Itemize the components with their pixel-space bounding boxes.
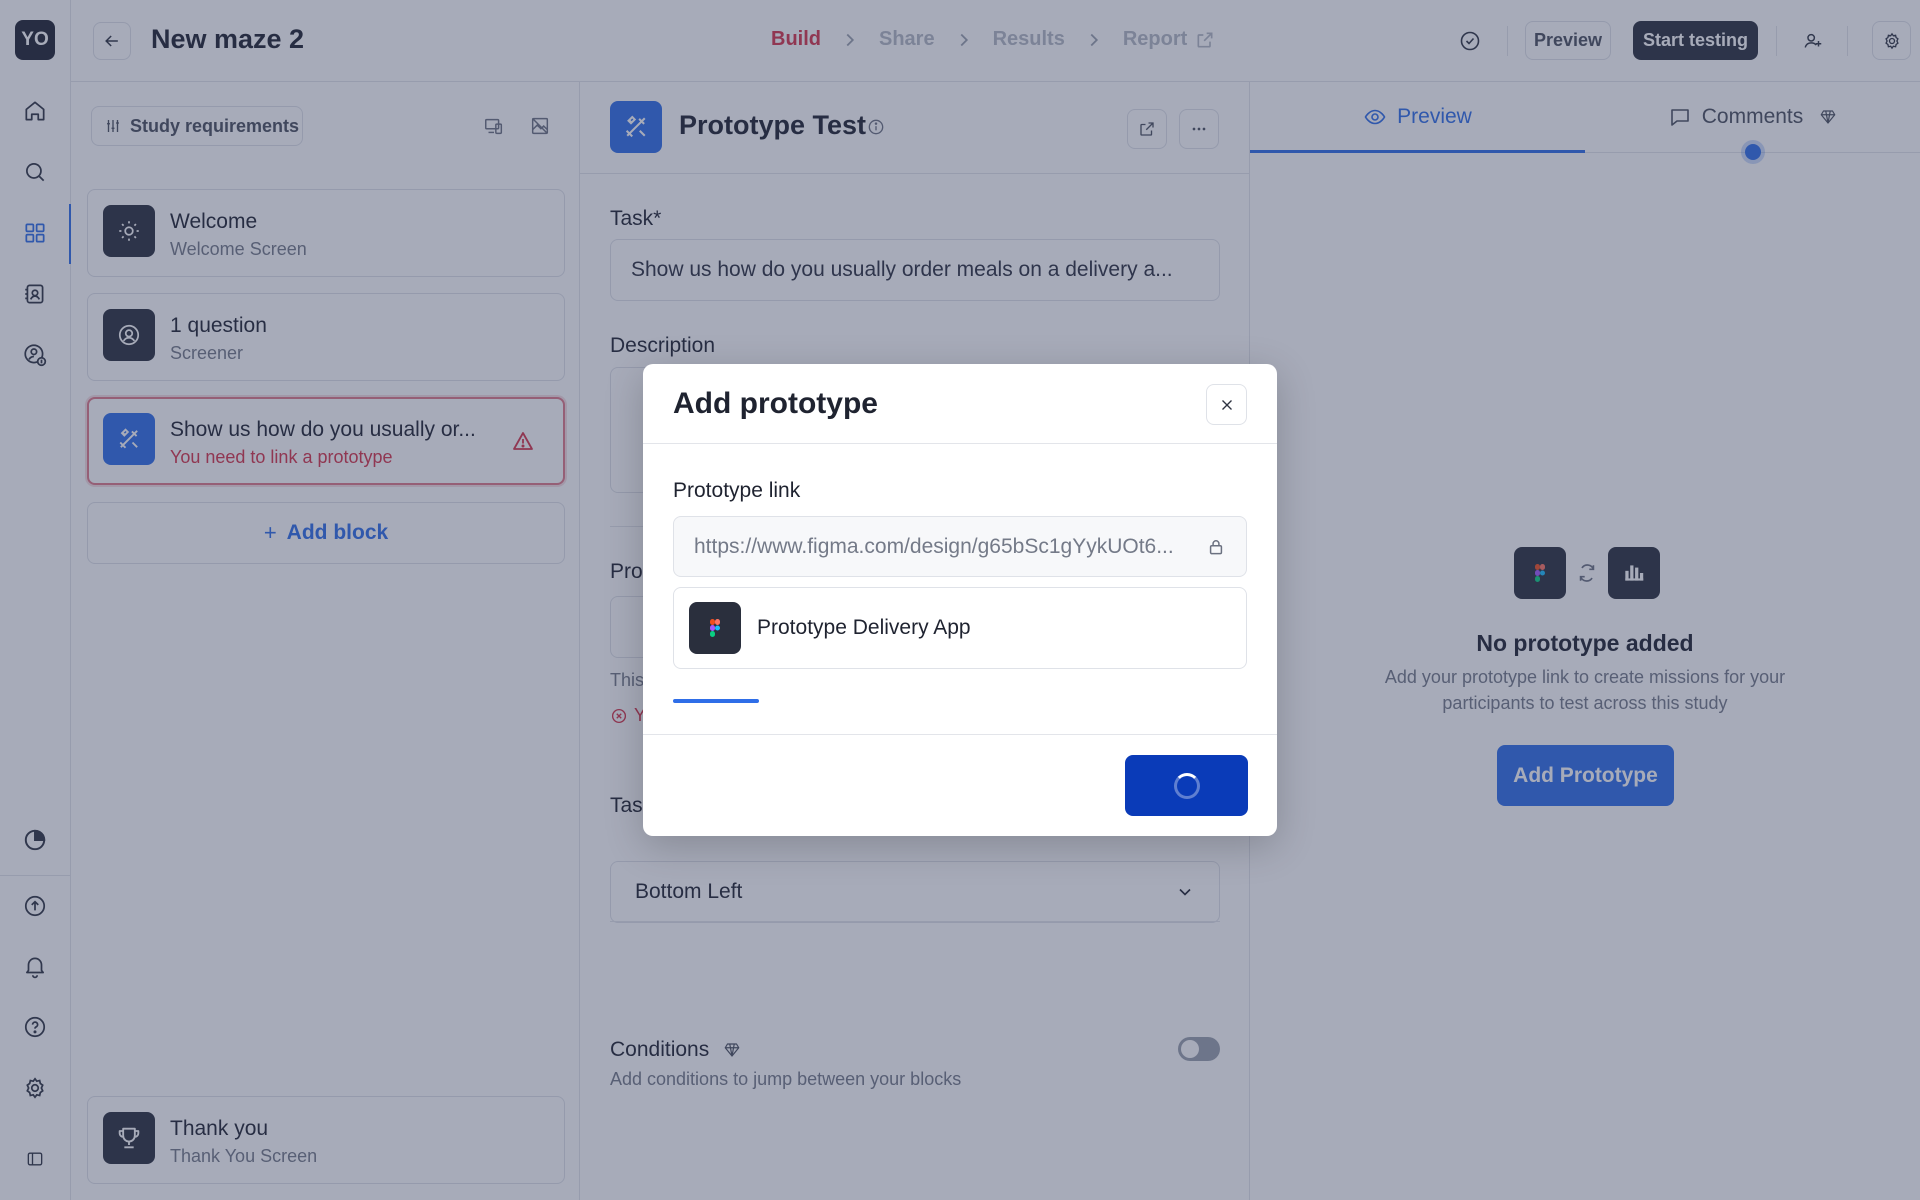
prototype-link-input[interactable]: https://www.figma.com/design/g65bSc1gYyk… <box>673 516 1247 577</box>
prototype-name: Prototype Delivery App <box>757 616 971 639</box>
close-icon <box>1221 399 1232 410</box>
modal-title: Add prototype <box>673 387 878 420</box>
prototype-link-label: Prototype link <box>673 479 801 502</box>
import-progress-bar <box>673 699 1247 703</box>
lock-icon <box>1209 539 1223 554</box>
modal-footer-divider <box>643 734 1277 735</box>
modal-header: Add prototype <box>643 364 1277 444</box>
close-button[interactable] <box>1206 384 1247 425</box>
figma-icon <box>689 602 741 654</box>
progress-fill <box>673 699 760 703</box>
prototype-card[interactable]: Prototype Delivery App <box>673 587 1247 669</box>
loading-spinner-icon <box>1173 772 1200 799</box>
confirm-button[interactable] <box>1125 755 1248 816</box>
prototype-link-value: https://www.figma.com/design/g65bSc1gYyk… <box>694 534 1174 558</box>
add-prototype-modal: Add prototype Prototype link https://www… <box>643 364 1277 836</box>
